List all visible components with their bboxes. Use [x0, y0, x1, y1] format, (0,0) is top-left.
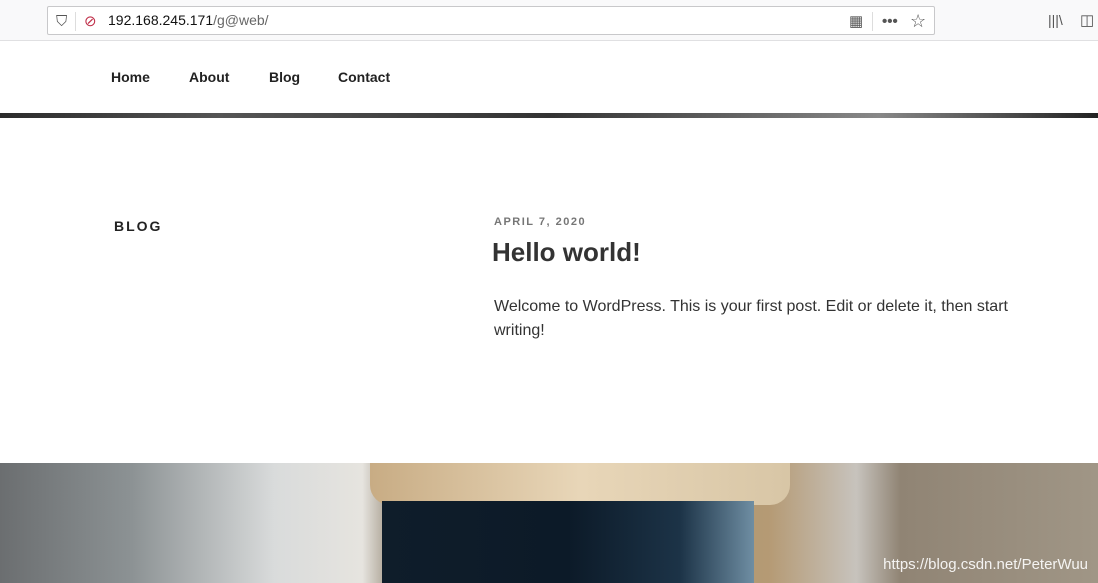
- post-title[interactable]: Hello world!: [492, 237, 641, 268]
- nav-contact[interactable]: Contact: [338, 69, 390, 85]
- divider: [75, 12, 76, 31]
- browser-toolbar: ⛉ ⊘ 192.168.245.171/g@web/ ▦ ••• ☆ |||\ …: [0, 0, 1098, 41]
- coffee-glass: [382, 501, 754, 583]
- divider: [872, 12, 873, 31]
- nav-blog[interactable]: Blog: [269, 69, 300, 85]
- header-image-strip: [0, 113, 1098, 118]
- nav-home[interactable]: Home: [111, 69, 150, 85]
- sidebar-icon[interactable]: ◫: [1080, 6, 1094, 35]
- coffee-image: https://blog.csdn.net/PeterWuu: [0, 463, 1098, 583]
- post-excerpt: Welcome to WordPress. This is your first…: [494, 298, 1008, 339]
- more-icon[interactable]: •••: [882, 7, 898, 36]
- shield-icon[interactable]: ⛉: [56, 7, 67, 36]
- insecure-lock-icon[interactable]: ⊘: [84, 7, 97, 36]
- watermark: https://blog.csdn.net/PeterWuu: [883, 556, 1088, 573]
- library-icon[interactable]: |||\: [1048, 6, 1063, 35]
- nav-about[interactable]: About: [189, 69, 229, 85]
- post-date[interactable]: APRIL 7, 2020: [494, 216, 586, 228]
- section-title: BLOG: [114, 218, 163, 234]
- url-bar[interactable]: ⛉ ⊘ 192.168.245.171/g@web/ ▦ ••• ☆: [47, 6, 935, 35]
- star-icon[interactable]: ☆: [910, 7, 926, 36]
- url-path: /g@web/: [213, 12, 269, 28]
- url-host: 192.168.245.171: [108, 12, 214, 28]
- url-text[interactable]: 192.168.245.171/g@web/: [108, 7, 269, 34]
- site-navigation: Home About Blog Contact: [0, 42, 1098, 113]
- coffee-foam: [370, 463, 790, 505]
- qr-code-icon[interactable]: ▦: [849, 7, 863, 36]
